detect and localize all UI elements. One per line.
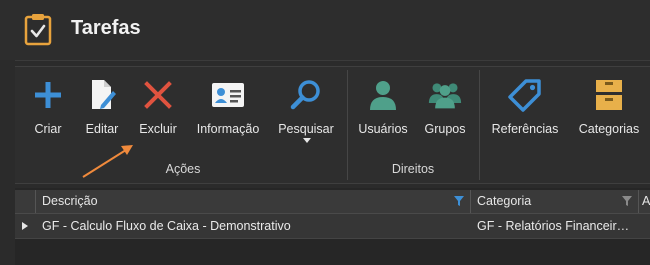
delete-button[interactable]: Excluir (137, 74, 179, 144)
tag-icon (508, 78, 542, 112)
column-header-label: Descrição (42, 194, 98, 208)
edit-document-icon (85, 78, 119, 112)
column-header-label: A (642, 194, 650, 208)
clipboard-check-icon (24, 14, 52, 46)
references-button[interactable]: Referências (489, 74, 561, 144)
create-button-label: Criar (34, 122, 62, 136)
search-button[interactable]: Pesquisar (276, 74, 336, 144)
divider (15, 60, 650, 61)
magnifier-icon (289, 78, 323, 112)
column-header-extra[interactable]: A (639, 190, 650, 213)
user-icon (366, 78, 400, 112)
references-button-label: Referências (491, 122, 559, 136)
page-title: Tarefas (71, 17, 141, 39)
grid-header: Descrição Categoria A (15, 190, 650, 214)
create-button[interactable]: Criar (30, 74, 66, 144)
group-divider (479, 70, 480, 180)
tasks-grid: Descrição Categoria A GF - Calculo Fluxo… (15, 188, 650, 265)
group-divider (347, 70, 348, 180)
column-header-category[interactable]: Categoria (471, 190, 639, 213)
x-icon (141, 78, 175, 112)
filter-icon[interactable] (454, 196, 464, 206)
info-button-label: Informação (196, 122, 260, 136)
edit-button[interactable]: Editar (82, 74, 122, 144)
filter-icon[interactable] (622, 196, 632, 206)
title-bar: Tarefas (0, 0, 650, 60)
cell-description: GF - Calculo Fluxo de Caixa - Demonstrat… (42, 219, 291, 233)
delete-button-label: Excluir (139, 122, 177, 136)
groups-button-label: Grupos (424, 122, 466, 136)
plus-icon (31, 78, 65, 112)
table-row[interactable]: GF - Calculo Fluxo de Caixa - Demonstrat… (15, 214, 650, 239)
info-button[interactable]: Informação (194, 74, 262, 144)
grid-corner (15, 190, 36, 213)
users-button-label: Usuários (358, 122, 408, 136)
id-card-icon (211, 78, 245, 112)
chevron-down-icon[interactable] (302, 138, 312, 144)
cell-category: GF - Relatórios Financeir… (477, 219, 630, 233)
users-button[interactable]: Usuários (357, 74, 409, 144)
boxes-icon (592, 78, 626, 112)
column-header-description[interactable]: Descrição (36, 190, 471, 213)
edit-button-label: Editar (85, 122, 119, 136)
group-label-rights: Direitos (391, 162, 435, 176)
group-label-actions: Ações (165, 162, 201, 176)
groups-button[interactable]: Grupos (422, 74, 468, 144)
categories-button-label: Categorias (578, 122, 640, 136)
categories-button[interactable]: Categorias (575, 74, 643, 144)
row-indicator-icon (15, 214, 35, 238)
column-header-label: Categoria (477, 194, 532, 208)
search-button-label: Pesquisar (278, 122, 334, 136)
users-group-icon (428, 78, 462, 112)
